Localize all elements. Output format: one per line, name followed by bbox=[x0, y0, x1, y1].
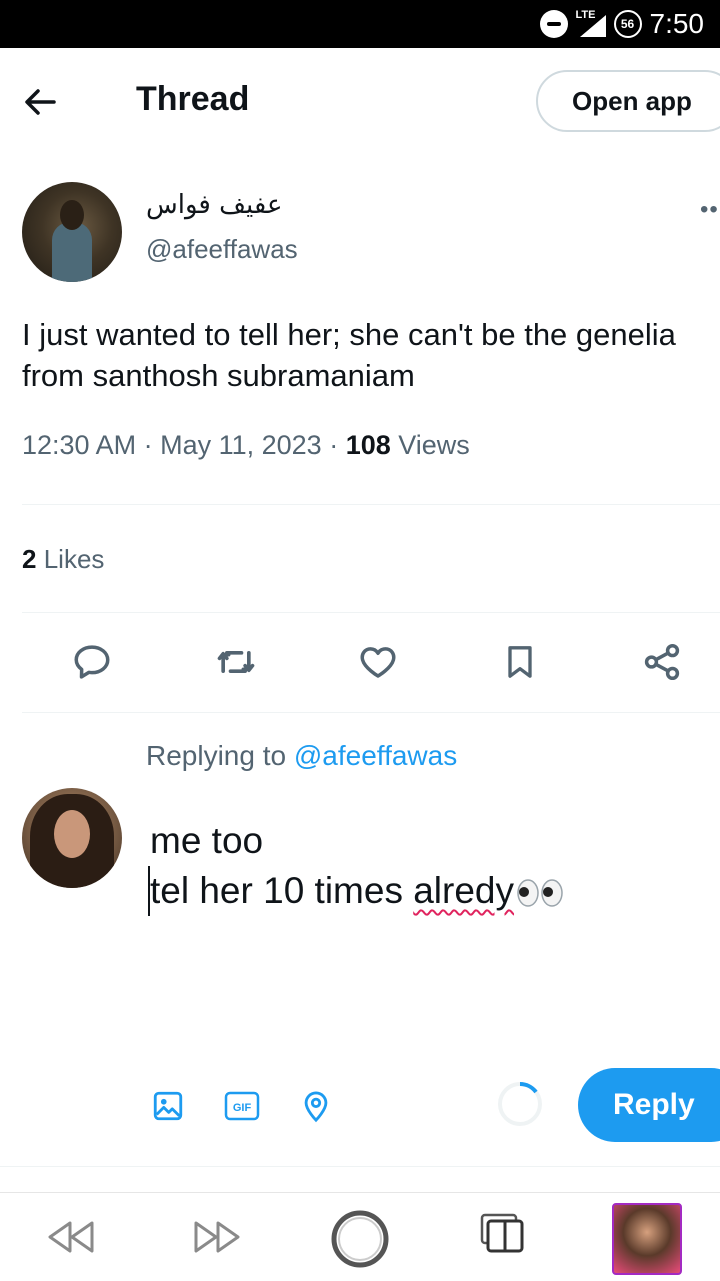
character-count-ring bbox=[496, 1080, 544, 1128]
replying-to-text: Replying to @afeeffawas bbox=[146, 740, 457, 772]
gif-icon[interactable]: GIF bbox=[222, 1086, 262, 1126]
tweet-meta: 12:30 AM · May 11, 2023 · 108 Views bbox=[22, 430, 470, 460]
more-options-icon[interactable]: •• bbox=[700, 196, 719, 224]
views-label: Views bbox=[398, 430, 470, 460]
clock: 7:50 bbox=[649, 8, 705, 39]
author-avatar[interactable] bbox=[22, 182, 122, 282]
misspelled-word[interactable]: alredy bbox=[413, 870, 566, 911]
tabs-icon[interactable] bbox=[480, 1213, 526, 1255]
gif-label: GIF bbox=[233, 1102, 252, 1114]
signal-icon: LTE bbox=[576, 9, 606, 39]
retweet-icon[interactable] bbox=[214, 640, 258, 684]
tweet-date[interactable]: May 11, 2023 bbox=[160, 430, 322, 460]
share-icon[interactable] bbox=[640, 640, 684, 684]
likes-link[interactable]: 2 Likes bbox=[22, 544, 104, 575]
views-count: 108 bbox=[345, 430, 391, 460]
back-arrow-icon[interactable] bbox=[22, 84, 58, 120]
reply-input[interactable]: me too tel her 10 times alredy bbox=[148, 816, 566, 916]
data-badge: 56 bbox=[613, 10, 642, 38]
eyes-emoji-icon bbox=[517, 879, 563, 907]
misspelled-text: alredy bbox=[413, 870, 515, 911]
tweet-text: I just wanted to tell her; she can't be … bbox=[22, 317, 676, 393]
rewind-icon[interactable] bbox=[44, 1217, 98, 1257]
fast-forward-icon[interactable] bbox=[190, 1217, 244, 1257]
divider bbox=[22, 504, 720, 505]
replying-prefix: Replying to bbox=[146, 740, 287, 771]
home-button-icon[interactable] bbox=[330, 1209, 390, 1269]
user-avatar[interactable] bbox=[22, 788, 122, 888]
browser-toolbar bbox=[0, 1192, 720, 1281]
do-not-disturb-icon bbox=[539, 10, 568, 38]
current-tab-thumbnail[interactable] bbox=[612, 1203, 682, 1275]
bookmark-icon[interactable] bbox=[498, 640, 542, 684]
draft-line-1: me too bbox=[150, 820, 264, 861]
image-icon[interactable] bbox=[148, 1086, 188, 1126]
draft-text: tel her 10 times bbox=[150, 870, 414, 911]
likes-count: 2 bbox=[22, 544, 37, 574]
draft-line-2: tel her 10 times alredy bbox=[148, 866, 566, 916]
reply-button[interactable]: Reply bbox=[578, 1068, 720, 1142]
status-bar: LTE 56 7:50 bbox=[0, 0, 720, 48]
reply-icon[interactable] bbox=[70, 640, 114, 684]
author-display-name[interactable]: عفيف فواس bbox=[146, 190, 283, 220]
tweet-time[interactable]: 12:30 AM bbox=[22, 430, 136, 460]
divider bbox=[22, 612, 720, 613]
likes-label: Likes bbox=[43, 544, 105, 574]
author-handle[interactable]: @afeeffawas bbox=[146, 234, 298, 265]
page-title: Thread bbox=[136, 80, 250, 118]
divider bbox=[22, 712, 720, 713]
heart-icon[interactable] bbox=[356, 640, 400, 684]
replying-mention[interactable]: @afeeffawas bbox=[294, 740, 457, 771]
open-app-button[interactable]: Open app bbox=[536, 70, 720, 132]
thread-header: Thread Open app bbox=[0, 48, 720, 156]
location-icon[interactable] bbox=[296, 1086, 336, 1126]
divider bbox=[0, 1166, 720, 1167]
